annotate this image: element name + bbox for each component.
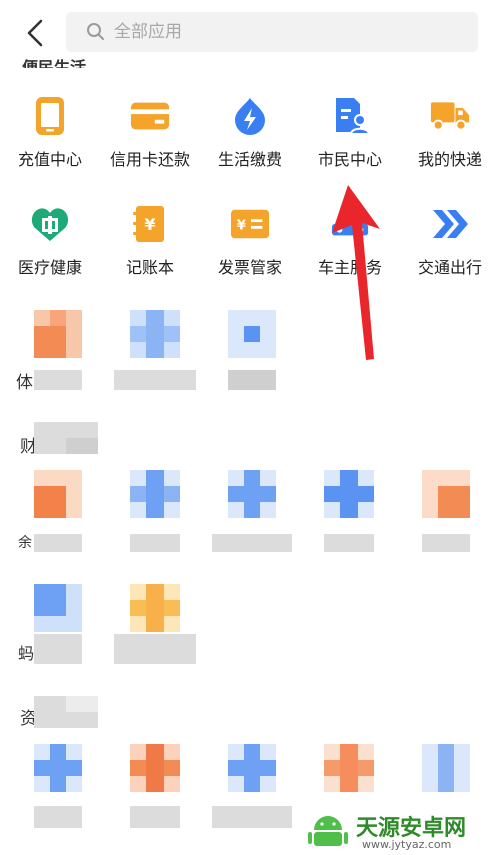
app-invoice-manager[interactable]: ¥ 发票管家 bbox=[200, 204, 300, 304]
phone-icon bbox=[30, 96, 70, 136]
blurred-label bbox=[34, 806, 82, 828]
blurred-pixel bbox=[438, 744, 454, 792]
chevron-left-icon bbox=[27, 19, 43, 47]
blurred-label bbox=[34, 370, 82, 390]
search-placeholder: 全部应用 bbox=[114, 22, 182, 42]
blurred-label bbox=[34, 534, 82, 552]
section-title-char: 蚂 bbox=[18, 644, 35, 663]
back-button[interactable] bbox=[18, 14, 52, 52]
svg-text:¥: ¥ bbox=[237, 219, 247, 234]
blurred-pixel bbox=[146, 310, 164, 358]
app-label: 发票管家 bbox=[217, 258, 282, 277]
truck-icon bbox=[430, 96, 470, 136]
blurred-label bbox=[324, 534, 374, 552]
app-ledger[interactable]: ¥ 记账本 bbox=[100, 204, 200, 304]
app-living-payment[interactable]: 生活缴费 bbox=[200, 96, 300, 196]
blurred-label bbox=[114, 634, 196, 664]
blurred-pixel bbox=[66, 696, 98, 712]
blurred-pixel bbox=[146, 470, 164, 518]
watermark: 天源安卓网 www.jytyaz.com bbox=[300, 806, 500, 855]
invoice-icon: ¥ bbox=[230, 204, 270, 244]
app-my-delivery[interactable]: 我的快递 bbox=[400, 96, 500, 196]
citizen-card-icon bbox=[330, 96, 370, 136]
heart-shield-icon bbox=[30, 204, 70, 244]
blurred-pixel bbox=[50, 744, 66, 792]
app-credit-card-repay[interactable]: 信用卡还款 bbox=[100, 96, 200, 196]
blurred-label bbox=[130, 534, 180, 552]
app-label: 信用卡还款 bbox=[109, 150, 190, 169]
search-icon bbox=[87, 23, 104, 40]
blurred-label bbox=[228, 370, 276, 390]
blurred-pixel bbox=[34, 486, 66, 518]
double-chevron-icon bbox=[430, 204, 470, 244]
section-item-char: 余 bbox=[18, 535, 32, 551]
app-label: 市民中心 bbox=[317, 150, 382, 169]
app-recharge-center[interactable]: 充值中心 bbox=[0, 96, 100, 196]
blurred-pixel bbox=[340, 470, 358, 518]
section-title-char: 体 bbox=[16, 373, 33, 393]
blurred-pixel bbox=[146, 744, 164, 792]
blurred-pixel bbox=[244, 470, 260, 518]
blurred-pixel bbox=[244, 744, 260, 792]
blurred-label bbox=[212, 534, 292, 552]
app-label: 充值中心 bbox=[17, 150, 82, 169]
app-medical-health[interactable]: 医疗健康 bbox=[0, 204, 100, 304]
blurred-pixel bbox=[244, 326, 260, 342]
blurred-pixel bbox=[66, 438, 98, 454]
blurred-label bbox=[212, 806, 292, 828]
red-arrow-annotation bbox=[332, 185, 380, 360]
svg-text:¥: ¥ bbox=[144, 215, 155, 234]
blurred-pixel bbox=[438, 486, 470, 518]
app-label: 生活缴费 bbox=[217, 150, 282, 169]
blurred-label bbox=[114, 370, 196, 390]
lightning-drop-icon bbox=[230, 96, 270, 136]
app-label: 医疗健康 bbox=[17, 258, 82, 277]
blurred-pixel bbox=[146, 584, 164, 632]
app-label: 记账本 bbox=[125, 258, 174, 277]
app-transportation[interactable]: 交通出行 bbox=[400, 204, 500, 304]
watermark-url: www.jytyaz.com bbox=[362, 838, 452, 851]
credit-card-icon bbox=[130, 96, 170, 136]
blurred-pixel bbox=[34, 326, 66, 358]
blurred-label bbox=[130, 806, 180, 828]
android-logo bbox=[308, 816, 348, 846]
blurred-label bbox=[422, 534, 470, 552]
blurred-label bbox=[34, 634, 82, 664]
app-citizen-center[interactable]: 市民中心 bbox=[300, 96, 400, 196]
app-label: 我的快递 bbox=[417, 150, 482, 169]
section-title-partial: 便民生活 bbox=[22, 58, 87, 68]
app-label: 交通出行 bbox=[417, 258, 482, 277]
blurred-pixel bbox=[34, 584, 66, 616]
blurred-pixel bbox=[50, 310, 66, 326]
ledger-icon: ¥ bbox=[130, 204, 170, 244]
blurred-pixel bbox=[340, 744, 358, 792]
